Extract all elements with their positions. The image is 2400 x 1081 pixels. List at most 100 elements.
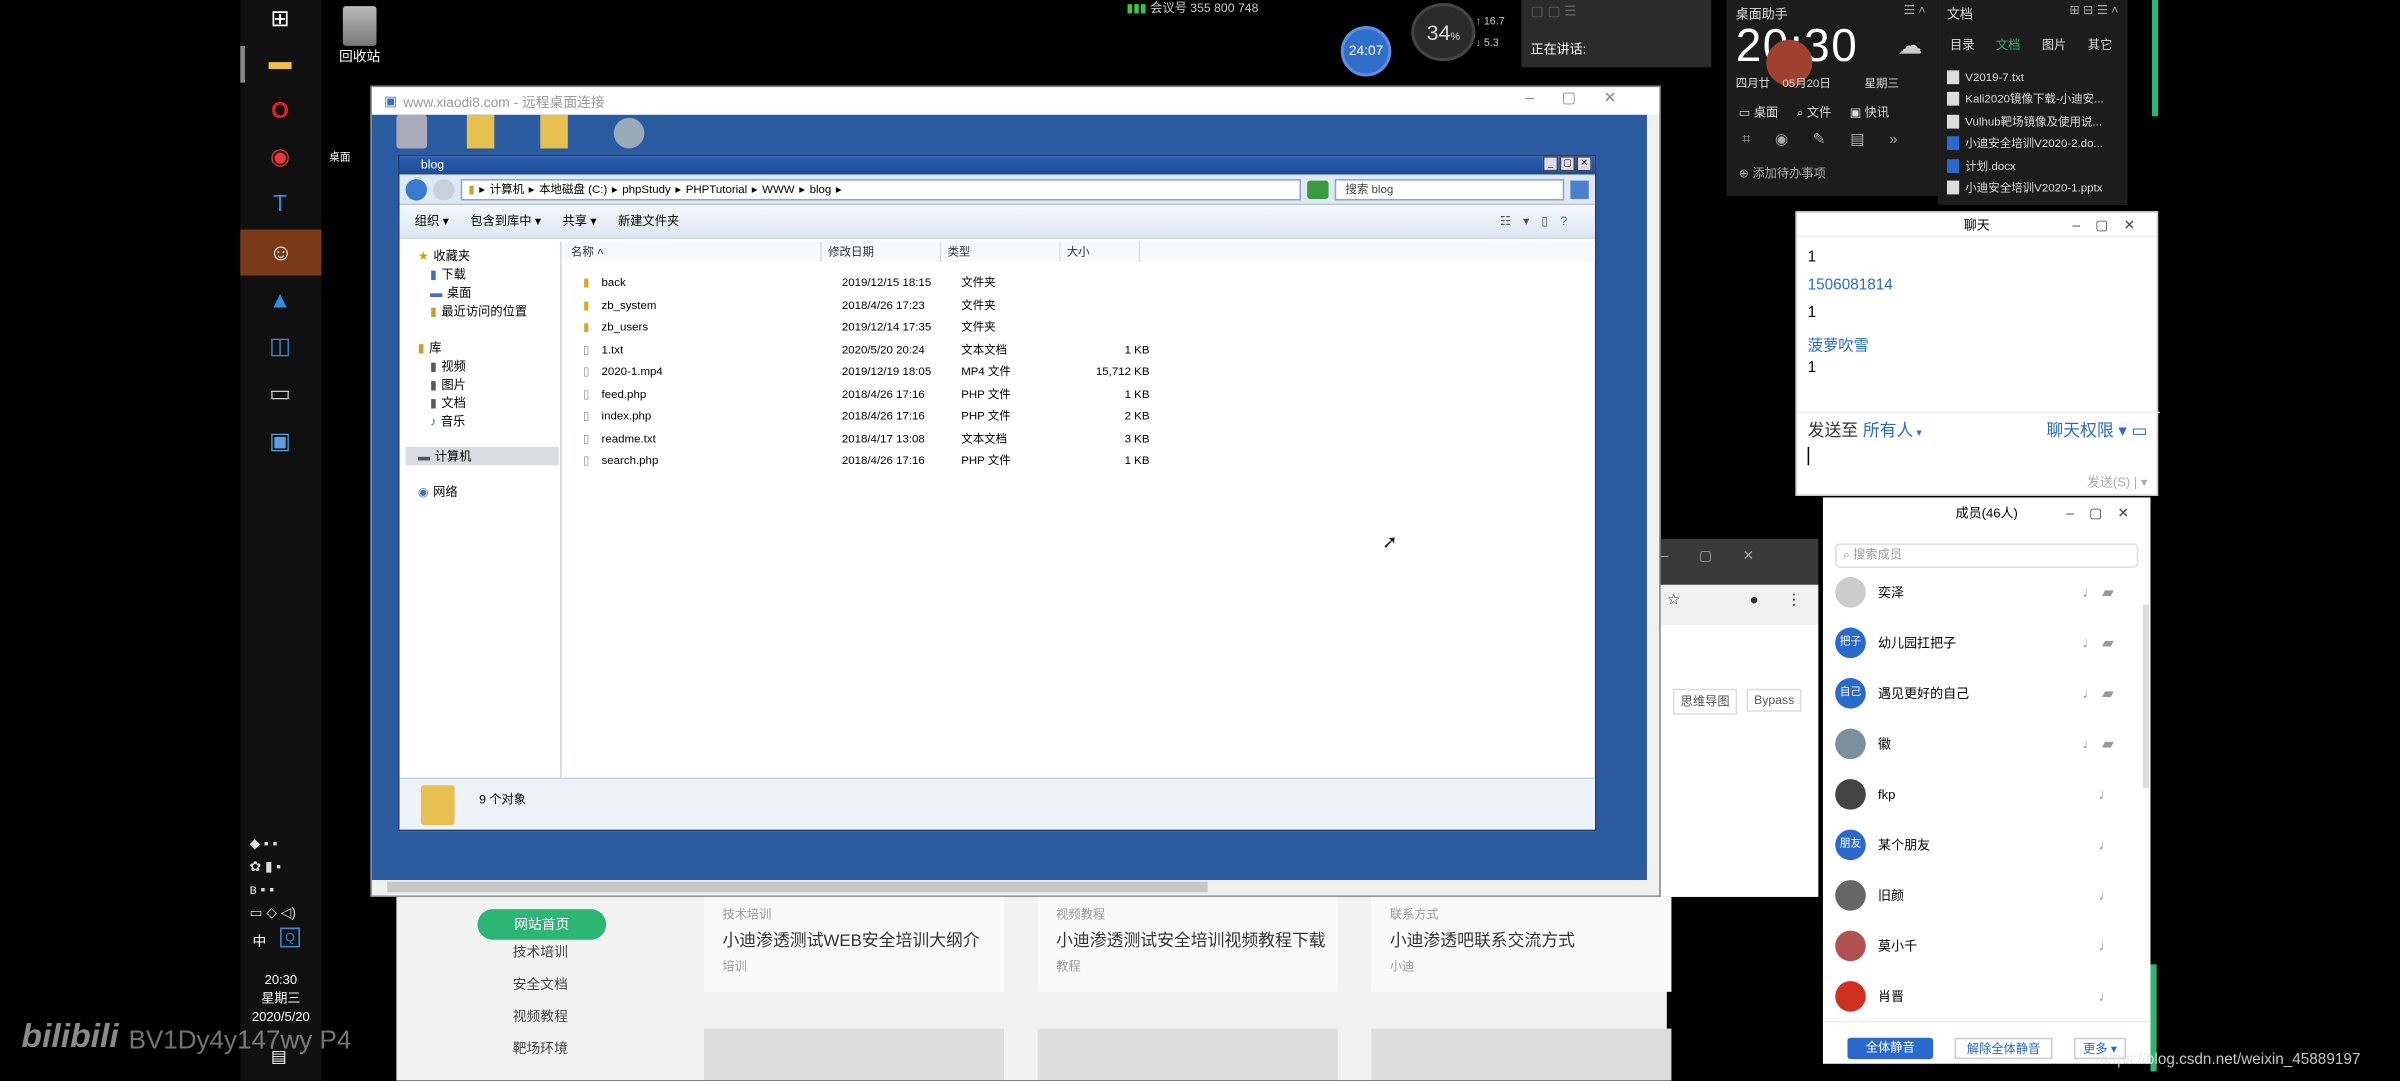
nav-desktop[interactable]: ▬ 桌面 [430, 285, 471, 302]
member-row[interactable]: 徽 ♩ ▰ [1835, 722, 2135, 765]
add-todo[interactable]: ⊕ 添加待办事项 [1739, 165, 1826, 182]
browser-window-controls[interactable]: –▢✕ [1661, 548, 1785, 565]
nav-downloads[interactable]: ▮ 下载 [430, 266, 466, 283]
system-tray[interactable]: ◆ ▪ ▪ ✿ ▮ ▪ ʙ ▪ ▪ ▭ ◇ ◁) [249, 833, 316, 925]
column-header-date[interactable]: 修改日期 [821, 241, 942, 262]
nav-recent[interactable]: ▮ 最近访问的位置 [430, 303, 527, 320]
ime-indicator[interactable]: 中 [253, 931, 267, 951]
nav-music[interactable]: ♪ 音乐 [430, 413, 465, 430]
search-icon[interactable] [1570, 179, 1589, 199]
site-nav-item[interactable]: 技术培训 [513, 941, 568, 961]
nav-documents[interactable]: ▮ 文档 [430, 395, 466, 412]
article-card[interactable]: 视频教程 小迪渗透测试安全培训视频教程下载 教程 [1037, 896, 1338, 1081]
desktop-shortcut[interactable]: ▭ 桌面 [1739, 104, 1778, 121]
mic-icon[interactable]: ♩ [2098, 836, 2113, 853]
doc-item[interactable]: V2019-7.txt [1946, 66, 2128, 87]
folder-icon[interactable]: ▬ [259, 43, 302, 80]
assistant-controls[interactable]: ☰ ˄ [1904, 3, 1926, 17]
mic-camera-icon[interactable]: ♩ ▰ [2082, 685, 2113, 702]
member-search-input[interactable]: ⌕ 搜索成员 [1835, 543, 2139, 568]
column-header-type[interactable]: 类型 [941, 241, 1061, 262]
member-row[interactable]: 自己 遇见更好的自己 ♩ ▰ [1835, 672, 2135, 715]
mic-camera-icon[interactable]: ♩ ▰ [2082, 634, 2113, 651]
chat-window[interactable]: 聊天 –▢✕ 1 1506081814 1 菠萝吹雪 1 发送至 所有人 ▾ 聊天权限 … [1795, 211, 2160, 496]
article-card[interactable]: 联系方式 小迪渗透吧联系交流方式 小迪 [1371, 896, 1672, 1081]
site-nav-item[interactable]: 视频教程 [513, 1006, 568, 1026]
horizontal-scrollbar[interactable] [371, 880, 1647, 896]
breadcrumb-item[interactable]: 计算机 [490, 181, 524, 198]
mic-camera-icon[interactable]: ♩ ▰ [2082, 735, 2113, 752]
terminal-icon[interactable]: ▭ [259, 375, 302, 412]
assistant-tools[interactable]: ⌗◉✎▤» [1742, 132, 1922, 149]
desktop-icon-label[interactable]: 桌面 [329, 150, 350, 165]
explorer-window[interactable]: blog _ ▢ ✕ ▮ ▸ 计算机 ▸ 本地磁盘 (C:) ▸ phpStudy ▸… [397, 154, 1597, 832]
explorer-titlebar[interactable]: blog _ ▢ ✕ [399, 156, 1595, 175]
breadcrumb-item[interactable]: 本地磁盘 (C:) [539, 181, 607, 198]
taskbar-clock[interactable]: 20:30 星期三 2020/5/20 [240, 970, 321, 1025]
translate-icon[interactable]: T [259, 185, 302, 222]
forward-button[interactable] [433, 178, 455, 200]
mute-all-button[interactable]: 全体静音 [1847, 1037, 1934, 1060]
file-row[interactable]: ▯ 2020-1.mp4 2019/12/19 18:05 MP4 文件 15,712 … [565, 361, 1177, 382]
site-nav-item[interactable]: 安全文档 [513, 973, 568, 993]
breadcrumb-item[interactable]: PHPTutorial [686, 182, 747, 196]
qq-icon[interactable]: ☺ [240, 229, 322, 276]
mic-icon[interactable]: ♩ [2098, 887, 2113, 904]
mic-icon[interactable]: ♩ [2098, 988, 2113, 1005]
members-window-controls[interactable]: –▢✕ [2066, 497, 2144, 528]
doc-item[interactable]: 计划.docx [1946, 155, 2128, 176]
member-row[interactable]: 奕泽 ♩ ▰ [1835, 571, 2135, 614]
remote-desktop-icon[interactable]: ▣ [259, 422, 302, 459]
site-nav-item[interactable]: 靶场环境 [513, 1038, 568, 1058]
nav-libraries[interactable]: ▮ 库 [418, 340, 442, 357]
rdp-window-controls[interactable]: –▢✕ [1525, 90, 1643, 107]
nav-videos[interactable]: ▮ 视频 [430, 358, 466, 375]
file-row[interactable]: ▯ readme.txt 2018/4/17 13:08 文本文档 3 KB [565, 428, 1177, 449]
rdp-titlebar[interactable]: ▣ www.xiaodi8.com - 远程桌面连接 –▢✕ [371, 87, 1660, 115]
column-header-size[interactable]: 大小 [1060, 241, 1141, 262]
chat-input[interactable] [1807, 446, 1810, 466]
new-folder-button[interactable]: 新建文件夹 [618, 213, 679, 230]
minimize-button[interactable]: _ [1542, 156, 1559, 172]
recycle-bin[interactable]: 回收站 [337, 6, 383, 66]
doc-item[interactable]: Vulhub靶场镜像及使用说... [1946, 110, 2128, 131]
back-button[interactable] [405, 178, 428, 200]
remote-desktop[interactable]: blog _ ▢ ✕ ▮ ▸ 计算机 ▸ 本地磁盘 (C:) ▸ phpStudy ▸… [371, 114, 1647, 881]
remote-folder-icon[interactable] [466, 114, 495, 149]
docs-controls[interactable]: ⊞ ⊟ ☰ ˄ [2069, 3, 2118, 17]
remote-settings-icon[interactable] [613, 117, 645, 149]
close-button[interactable]: ✕ [1576, 156, 1592, 172]
remote-desktop-window[interactable]: ▣ www.xiaodi8.com - 远程桌面连接 –▢✕ blog _ ▢ … [370, 85, 1661, 897]
mic-camera-icon[interactable]: ♩ ▰ [2082, 584, 2113, 601]
doc-item[interactable]: 小迪安全培训V2020-2.do... [1946, 132, 2128, 153]
windows-start-icon[interactable]: ⊞ [259, 0, 302, 37]
meeting-timer[interactable]: 24:07 [1340, 26, 1392, 77]
nav-pictures[interactable]: ▮ 图片 [430, 377, 466, 394]
address-bar[interactable]: ▮ ▸ 计算机 ▸ 本地磁盘 (C:) ▸ phpStudy ▸ PHPTutorial… [460, 178, 1302, 200]
quick-news[interactable]: ▣ 快讯 [1850, 104, 1889, 121]
chrome-icon[interactable]: ◉ [259, 138, 302, 175]
member-row[interactable]: 旧颜 ♩ [1835, 874, 2135, 917]
star-icon[interactable]: ☆ [1667, 592, 1681, 609]
view-options[interactable]: ☷▾▯? [1500, 214, 1580, 228]
docs-tab[interactable]: 图片 [2042, 37, 2066, 54]
send-button[interactable]: 发送(S) | ▾ [2087, 473, 2148, 491]
virtualbox-icon[interactable]: ◫ [259, 328, 302, 365]
member-row[interactable]: 莫小千 ♩ [1835, 924, 2135, 967]
file-row[interactable]: ▯ 1.txt 2020/5/20 20:24 文本文档 1 KB [565, 339, 1177, 360]
site-nav-item[interactable]: 网站首页 [477, 909, 607, 940]
weather-cloud-icon[interactable]: ☁ [1898, 31, 1922, 62]
chat-titlebar[interactable]: 聊天 –▢✕ [1796, 213, 2157, 238]
send-to[interactable]: 发送至 所有人 ▾ [1808, 418, 1922, 442]
qq-tray-icon[interactable]: Q [280, 927, 300, 948]
unmute-all-button[interactable]: 解除全体静音 [1954, 1037, 2053, 1060]
browser-titlebar[interactable]: –▢✕ [1660, 538, 1819, 585]
mic-icon[interactable]: ♩ [2098, 786, 2113, 803]
member-row[interactable]: 朋友 某个朋友 ♩ [1835, 823, 2135, 866]
doc-item[interactable]: Kali2020镜像下载-小迪安... [1946, 88, 2128, 109]
organize-menu[interactable]: 组织 ▾ [415, 213, 449, 230]
file-row[interactable]: ▮ zb_system 2018/4/26 17:23 文件夹 [565, 295, 1177, 316]
nav-favorites[interactable]: ★ 收藏夹 [418, 248, 470, 265]
members-titlebar[interactable]: 成员(46人) –▢✕ [1823, 497, 2151, 528]
remote-recycle-icon[interactable] [396, 114, 428, 149]
